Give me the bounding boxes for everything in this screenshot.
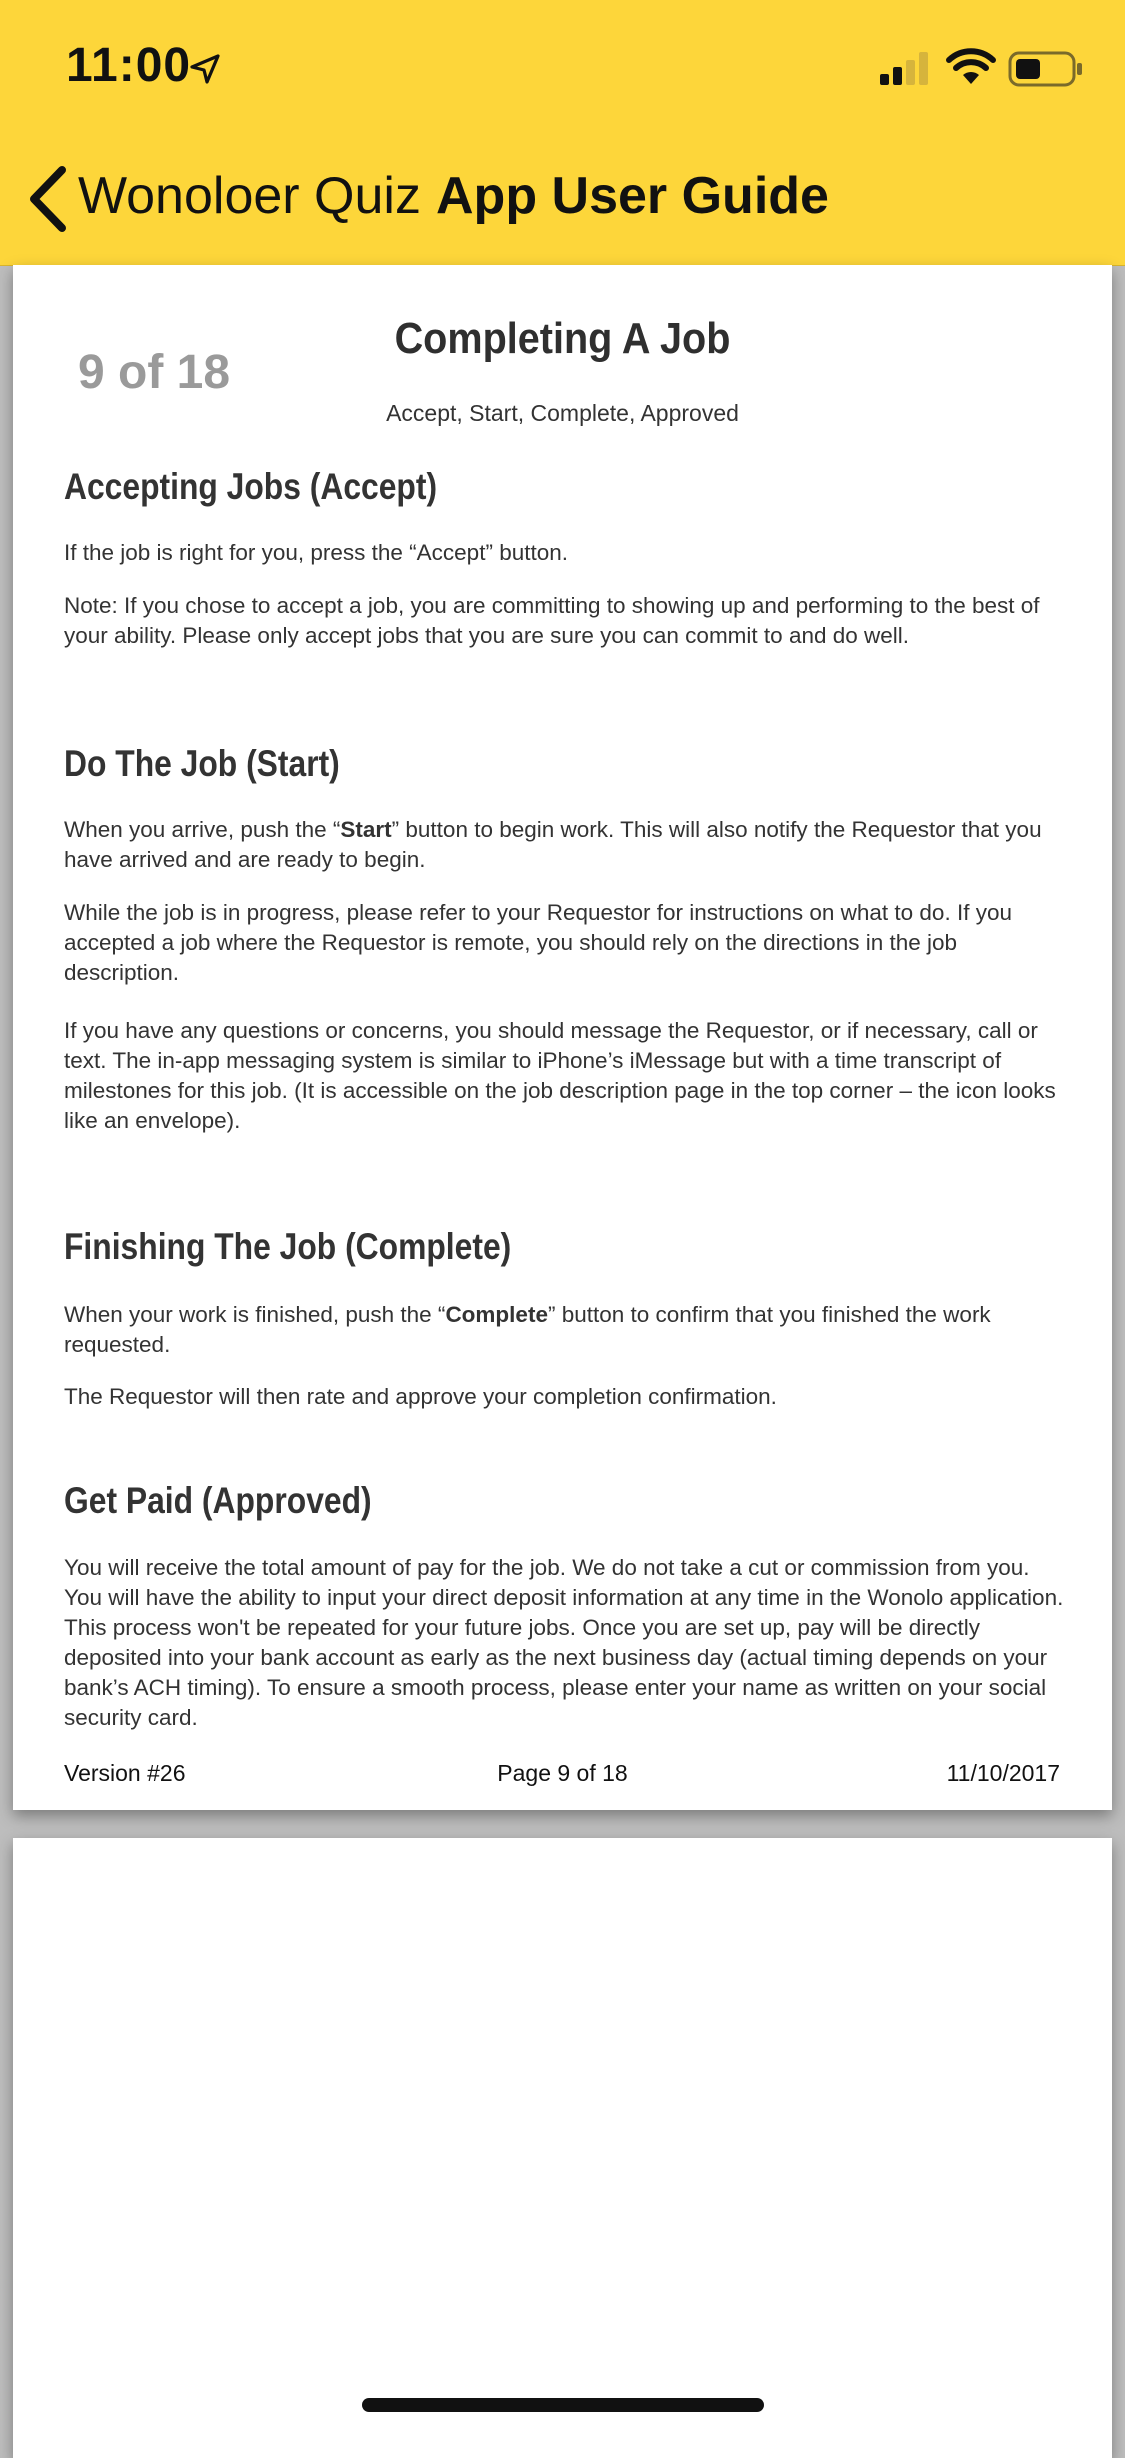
chevron-left-icon[interactable] xyxy=(22,164,72,234)
document-subtitle: Accept, Start, Complete, Approved xyxy=(386,400,739,426)
nav-title: App User Guide xyxy=(436,167,829,225)
footer-date: 11/10/2017 xyxy=(946,1760,1060,1786)
status-time: 11:00 xyxy=(66,39,192,92)
paragraph: You will receive the total amount of pay… xyxy=(64,1555,1064,1730)
paragraph: If you have any questions or concerns, y… xyxy=(64,1018,1056,1133)
paragraph: The Requestor will then rate and approve… xyxy=(64,1384,777,1409)
paragraph: Note: If you chose to accept a job, you … xyxy=(64,593,1040,648)
paragraph: When your work is finished, push the “Co… xyxy=(64,1302,991,1357)
section-heading-approved: Get Paid (Approved) xyxy=(64,1480,372,1521)
wifi-icon xyxy=(946,48,996,84)
home-indicator[interactable] xyxy=(362,2398,764,2412)
section-heading-complete: Finishing The Job (Complete) xyxy=(64,1226,512,1267)
paragraph: While the job is in progress, please ref… xyxy=(64,900,1012,985)
complete-emphasis: Complete xyxy=(445,1302,548,1327)
paragraph: If the job is right for you, press the “… xyxy=(64,540,568,565)
location-arrow-icon xyxy=(190,54,220,84)
document-title: Completing A Job xyxy=(394,314,731,363)
back-button-label[interactable]: Wonoloer Quiz xyxy=(78,166,421,226)
cellular-signal-icon xyxy=(880,52,928,85)
battery-icon xyxy=(1008,51,1082,87)
section-heading-start: Do The Job (Start) xyxy=(64,743,340,784)
start-emphasis: Start xyxy=(340,817,392,842)
document-page-next xyxy=(13,1838,1112,2458)
section-heading-accept: Accepting Jobs (Accept) xyxy=(64,466,438,507)
paragraph: When you arrive, push the “Start” button… xyxy=(64,817,1042,872)
